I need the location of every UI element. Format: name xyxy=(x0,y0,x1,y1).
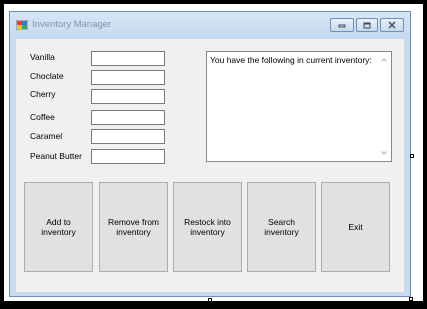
close-button[interactable] xyxy=(380,18,404,32)
inventory-manager-window: Inventory Manager Vanilla Choclate Cherr… xyxy=(9,11,411,297)
add-to-inventory-button[interactable]: Add to inventory xyxy=(24,182,93,272)
search-inventory-button[interactable]: Search inventory xyxy=(247,182,316,272)
label-vanilla: Vanilla xyxy=(30,52,55,62)
label-caramel: Caramel xyxy=(30,131,63,141)
vanilla-input[interactable] xyxy=(91,51,165,66)
inventory-output-text: You have the following in current invent… xyxy=(210,55,372,65)
chevron-down-icon[interactable] xyxy=(380,149,388,157)
inventory-output-textbox[interactable]: You have the following in current invent… xyxy=(206,51,392,162)
coffee-input[interactable] xyxy=(91,110,165,125)
cherry-input[interactable] xyxy=(91,89,165,104)
label-coffee: Coffee xyxy=(30,112,55,122)
label-peanut-butter: Peanut Butter xyxy=(30,151,82,161)
maximize-button[interactable] xyxy=(356,18,378,32)
label-chocolate: Choclate xyxy=(30,71,64,81)
resize-handle-corner[interactable] xyxy=(409,297,413,301)
caramel-input[interactable] xyxy=(91,129,165,144)
window-title: Inventory Manager xyxy=(32,19,112,30)
peanut-butter-input[interactable] xyxy=(91,149,165,164)
minimize-button[interactable] xyxy=(330,18,354,32)
exit-button[interactable]: Exit xyxy=(321,182,390,272)
resize-handle-right[interactable] xyxy=(410,154,414,158)
title-bar[interactable]: Inventory Manager xyxy=(10,12,410,39)
minimize-icon xyxy=(338,24,346,28)
chevron-up-icon[interactable] xyxy=(380,56,388,64)
resize-handle-bottom[interactable] xyxy=(208,298,212,302)
chocolate-input[interactable] xyxy=(91,70,165,85)
close-icon xyxy=(388,21,396,29)
label-cherry: Cherry xyxy=(30,89,56,99)
maximize-icon xyxy=(363,22,371,28)
remove-from-inventory-button[interactable]: Remove from inventory xyxy=(99,182,168,272)
app-icon xyxy=(16,20,28,30)
restock-into-inventory-button[interactable]: Restock into inventory xyxy=(173,182,242,272)
form-client-area: Vanilla Choclate Cherry Coffee Caramel P… xyxy=(16,39,404,292)
